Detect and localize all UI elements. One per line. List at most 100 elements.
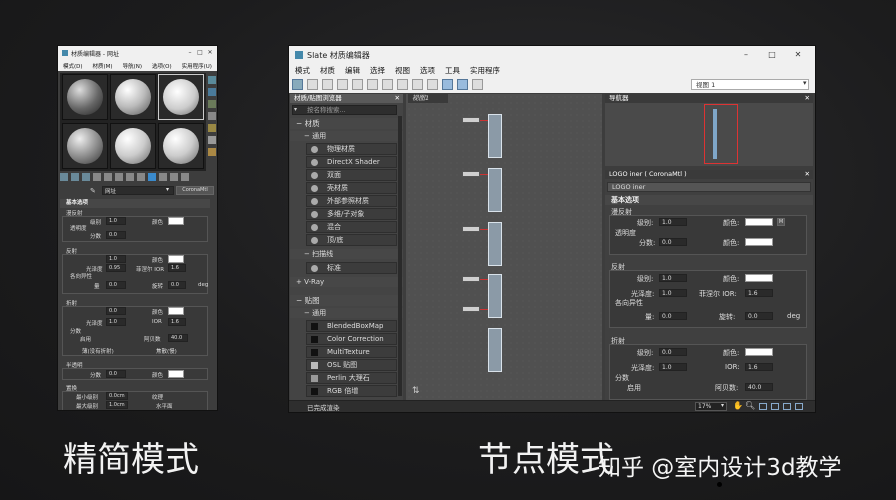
move-children-tool-icon[interactable] — [367, 79, 378, 90]
refract-level-spinner[interactable]: 0.0 — [106, 307, 126, 315]
backlight-icon[interactable] — [208, 88, 216, 96]
pick-material-icon[interactable]: ✎ — [90, 187, 96, 195]
group-general[interactable]: − 通用 — [290, 131, 403, 141]
material-node[interactable] — [488, 274, 502, 318]
show-end-icon[interactable] — [159, 173, 167, 181]
close-button[interactable]: ✕ — [205, 46, 215, 60]
browser-item-material[interactable]: 混合 — [306, 221, 397, 233]
map-node[interactable] — [462, 226, 480, 232]
options-icon[interactable] — [208, 148, 216, 156]
browser-item-material[interactable]: DirectX Shader — [306, 156, 397, 168]
slate-menu-material[interactable]: 材质 — [315, 65, 340, 76]
browser-item-map[interactable]: Perlin 大理石 — [306, 372, 397, 384]
view-dropdown[interactable]: 视图 1 — [691, 79, 809, 90]
sample-slot-4[interactable] — [62, 123, 108, 169]
fresnel-spinner[interactable]: 1.6 — [168, 264, 186, 272]
reset-icon[interactable] — [93, 173, 101, 181]
slate-menu-options[interactable]: 选项 — [415, 65, 440, 76]
assign-icon[interactable] — [82, 173, 90, 181]
show-bg-tool-icon[interactable] — [412, 79, 423, 90]
properties-close-icon[interactable]: ✕ — [805, 170, 810, 179]
props-reflect-color-swatch[interactable] — [745, 274, 773, 282]
map-node[interactable] — [462, 117, 480, 123]
zoom-extents-icon[interactable] — [771, 403, 779, 410]
props-diffuse-map-button[interactable]: M — [777, 218, 785, 226]
slate-close-button[interactable]: ✕ — [785, 46, 811, 64]
slate-minimize-button[interactable]: – — [733, 46, 759, 64]
pan-icon[interactable]: ✋ — [733, 401, 743, 410]
zoom-region-icon[interactable] — [759, 403, 767, 410]
props-refract-ior-spinner[interactable]: 1.6 — [745, 363, 773, 371]
map-node[interactable] — [462, 306, 480, 312]
browser-item-material[interactable]: 多维/子对象 — [306, 208, 397, 220]
browser-item-map[interactable]: Color Correction — [306, 333, 397, 345]
refract-gloss-spinner[interactable]: 1.0 — [106, 318, 126, 326]
slate-menu-utilities[interactable]: 实用程序 — [465, 65, 505, 76]
browser-item-material[interactable]: 顶/底 — [306, 234, 397, 246]
zoom-selected-icon[interactable] — [783, 403, 791, 410]
slate-menu-view[interactable]: 视图 — [390, 65, 415, 76]
displace-max-spinner[interactable]: 1.0cm — [106, 401, 128, 409]
props-transp-color-swatch[interactable] — [745, 238, 773, 246]
reflect-level-spinner[interactable]: 1.0 — [106, 255, 126, 263]
zoom-icon[interactable]: 🔍︎ — [745, 401, 755, 410]
hide-unused-tool-icon[interactable] — [382, 79, 393, 90]
group-scanline[interactable]: − 扫描线 — [290, 249, 403, 259]
properties-name-field[interactable]: LOGO iner — [607, 182, 811, 192]
browser-close-icon[interactable]: ✕ — [395, 94, 400, 103]
copy-icon[interactable] — [104, 173, 112, 181]
diffuse-level-spinner[interactable]: 1.0 — [106, 217, 126, 225]
browser-item-material[interactable]: 双面 — [306, 169, 397, 181]
material-name-field[interactable]: 网址 — [102, 186, 174, 195]
material-node[interactable] — [488, 168, 502, 212]
map-node[interactable] — [462, 171, 480, 177]
unique-icon[interactable] — [115, 173, 123, 181]
group-maps[interactable]: − 贴图 — [290, 295, 403, 306]
material-node[interactable] — [488, 114, 502, 158]
put-to-scene-tool-icon[interactable] — [322, 79, 333, 90]
preview-icon[interactable] — [208, 136, 216, 144]
props-transp-frac-spinner[interactable]: 0.0 — [659, 238, 687, 246]
layout-children-tool-icon[interactable] — [442, 79, 453, 90]
slate-maximize-button[interactable]: □ — [759, 46, 785, 64]
group-vray[interactable]: + V-Ray — [290, 277, 403, 287]
browser-item-map[interactable]: RGB 倍增 — [306, 385, 397, 397]
translucency-color-swatch[interactable] — [168, 370, 184, 378]
sample-type-icon[interactable] — [208, 76, 216, 84]
pick-material-tool-icon[interactable] — [307, 79, 318, 90]
diffuse-color-swatch[interactable] — [168, 217, 184, 225]
slate-menu-tools[interactable]: 工具 — [440, 65, 465, 76]
map-node[interactable] — [462, 276, 480, 282]
browser-item-material[interactable]: 外部参照材质 — [306, 195, 397, 207]
browser-scrollbar[interactable] — [398, 116, 402, 396]
menu-navigation[interactable]: 导航(N) — [118, 62, 147, 70]
slate-menu-mode[interactable]: 模式 — [290, 65, 315, 76]
props-diffuse-color-swatch[interactable] — [745, 218, 773, 226]
layout-all-tool-icon[interactable] — [427, 79, 438, 90]
menu-mode[interactable]: 模式(D) — [58, 62, 88, 70]
aniso-rotation-spinner[interactable]: 0.0 — [168, 281, 186, 289]
view-tab[interactable]: 视图1 — [408, 94, 448, 103]
props-abbe-spinner[interactable]: 40.0 — [745, 383, 773, 391]
zoom-dropdown-icon[interactable]: ▾ — [721, 402, 724, 409]
transparency-frac-spinner[interactable]: 0.0 — [106, 231, 126, 239]
props-refract-color-swatch[interactable] — [745, 348, 773, 356]
frame-icon[interactable] — [795, 403, 803, 410]
get-material-icon[interactable] — [60, 173, 68, 181]
browser-item-map[interactable]: BlendedBoxMap — [306, 320, 397, 332]
navigator-viewport-rect[interactable] — [704, 104, 738, 164]
browser-item-material[interactable]: 壳材质 — [306, 182, 397, 194]
menu-utilities[interactable]: 实用程序(U) — [177, 62, 217, 70]
name-dropdown-icon[interactable]: ▾ — [166, 186, 169, 193]
menu-options[interactable]: 选项(O) — [147, 62, 177, 70]
props-refract-gloss-spinner[interactable]: 1.0 — [659, 363, 687, 371]
slate-menu-edit[interactable]: 编辑 — [340, 65, 365, 76]
sample-slot-5[interactable] — [110, 123, 156, 169]
browser-item-standard[interactable]: 标准 — [306, 262, 397, 274]
video-check-icon[interactable] — [208, 124, 216, 132]
go-forward-icon[interactable] — [181, 173, 189, 181]
refract-color-swatch[interactable] — [168, 307, 184, 315]
props-diffuse-level-spinner[interactable]: 1.0 — [659, 218, 687, 226]
show-map-icon[interactable] — [148, 173, 156, 181]
sample-slot-6[interactable] — [158, 123, 204, 169]
